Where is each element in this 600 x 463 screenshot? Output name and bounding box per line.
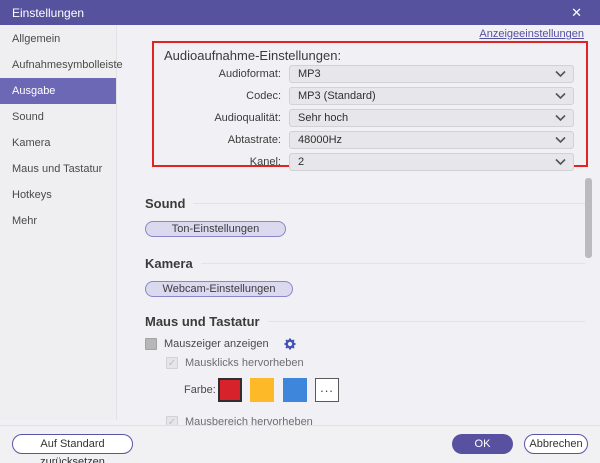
mouse-section-title: Maus und Tastatur xyxy=(145,314,260,329)
channel-row: Kanel: 2 xyxy=(154,153,586,171)
section-divider xyxy=(201,263,585,264)
color-label: Farbe: xyxy=(184,384,216,396)
sidebar-item-maus-tastatur[interactable]: Maus und Tastatur xyxy=(0,156,116,182)
samplerate-row: Abtastrate: 48000Hz xyxy=(154,131,586,149)
sidebar-item-mehr[interactable]: Mehr xyxy=(0,208,116,234)
sidebar-item-kamera[interactable]: Kamera xyxy=(0,130,116,156)
ok-button[interactable]: OK xyxy=(452,434,513,454)
show-cursor-label: Mauszeiger anzeigen xyxy=(164,338,269,350)
highlight-clicks-label: Mausklicks hervorheben xyxy=(185,357,304,369)
mouse-section-header: Maus und Tastatur xyxy=(145,314,585,329)
footer-bar: Auf Standard zurücksetzen OK Abbrechen xyxy=(0,425,600,463)
section-divider xyxy=(193,203,585,204)
audio-section-title: Audioaufnahme-Einstellungen: xyxy=(164,48,341,63)
more-colors-button[interactable]: ... xyxy=(315,378,339,402)
samplerate-value: 48000Hz xyxy=(298,134,342,146)
audioquality-value: Sehr hoch xyxy=(298,112,348,124)
highlight-area-checkbox[interactable]: ✓ xyxy=(166,416,178,425)
sound-section-header: Sound xyxy=(145,196,585,211)
audioquality-row: Audioqualität: Sehr hoch xyxy=(154,109,586,127)
title-bar: Einstellungen ✕ xyxy=(0,0,600,25)
samplerate-label: Abtastrate: xyxy=(154,134,289,146)
audio-settings-highlight-box: Audioaufnahme-Einstellungen: Audioformat… xyxy=(152,41,588,167)
audioformat-row: Audioformat: MP3 xyxy=(154,65,586,83)
color-swatch-yellow[interactable] xyxy=(250,378,274,402)
gear-icon[interactable] xyxy=(283,337,297,351)
camera-section-header: Kamera xyxy=(145,256,585,271)
audioformat-label: Audioformat: xyxy=(154,68,289,80)
audioquality-label: Audioqualität: xyxy=(154,112,289,124)
close-icon[interactable]: ✕ xyxy=(565,4,588,21)
highlight-clicks-checkbox[interactable]: ✓ xyxy=(166,357,178,369)
codec-label: Codec: xyxy=(154,90,289,102)
chevron-down-icon xyxy=(555,114,566,122)
chevron-down-icon xyxy=(555,158,566,166)
camera-section-title: Kamera xyxy=(145,256,193,271)
sidebar-item-allgemein[interactable]: Allgemein xyxy=(0,26,116,52)
codec-value: MP3 (Standard) xyxy=(298,90,376,102)
sidebar-item-ausgabe[interactable]: Ausgabe xyxy=(0,78,116,104)
sound-settings-button[interactable]: Ton-Einstellungen xyxy=(145,221,286,237)
chevron-down-icon xyxy=(555,92,566,100)
color-swatch-red[interactable] xyxy=(218,378,242,402)
show-cursor-row: Mauszeiger anzeigen xyxy=(145,337,297,351)
chevron-down-icon xyxy=(555,136,566,144)
display-settings-link[interactable]: Anzeigeeinstellungen xyxy=(479,28,584,40)
sidebar-item-sound[interactable]: Sound xyxy=(0,104,116,130)
channel-select[interactable]: 2 xyxy=(289,153,574,171)
webcam-settings-button[interactable]: Webcam-Einstellungen xyxy=(145,281,293,297)
sidebar-item-hotkeys[interactable]: Hotkeys xyxy=(0,182,116,208)
audioformat-value: MP3 xyxy=(298,68,321,80)
highlight-area-row: ✓ Mausbereich hervorheben xyxy=(166,416,313,425)
samplerate-select[interactable]: 48000Hz xyxy=(289,131,574,149)
cancel-button[interactable]: Abbrechen xyxy=(524,434,588,454)
color-swatch-blue[interactable] xyxy=(283,378,307,402)
sidebar: Allgemein Aufnahmesymbolleiste Ausgabe S… xyxy=(0,25,117,420)
audioformat-select[interactable]: MP3 xyxy=(289,65,574,83)
sound-section-title: Sound xyxy=(145,196,185,211)
codec-row: Codec: MP3 (Standard) xyxy=(154,87,586,105)
codec-select[interactable]: MP3 (Standard) xyxy=(289,87,574,105)
channel-value: 2 xyxy=(298,156,304,168)
highlight-area-label: Mausbereich hervorheben xyxy=(185,416,313,425)
highlight-clicks-row: ✓ Mausklicks hervorheben xyxy=(166,357,304,369)
content-area: Anzeigeeinstellungen Audioaufnahme-Einst… xyxy=(117,25,600,425)
reset-default-button[interactable]: Auf Standard zurücksetzen xyxy=(12,434,133,454)
channel-label: Kanel: xyxy=(154,156,289,168)
audioquality-select[interactable]: Sehr hoch xyxy=(289,109,574,127)
chevron-down-icon xyxy=(555,70,566,78)
show-cursor-checkbox[interactable] xyxy=(145,338,157,350)
vertical-scrollbar-thumb[interactable] xyxy=(585,178,592,258)
section-divider xyxy=(268,321,585,322)
settings-dialog: Einstellungen ✕ Allgemein Aufnahmesymbol… xyxy=(0,0,600,463)
sidebar-item-aufnahmesymbolleiste[interactable]: Aufnahmesymbolleiste xyxy=(0,52,116,78)
dialog-title: Einstellungen xyxy=(12,6,84,20)
